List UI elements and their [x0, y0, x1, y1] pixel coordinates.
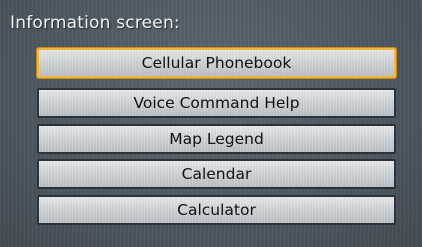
information-screen: Information screen: Cellular Phonebook V… — [0, 0, 422, 247]
menu-item-label: Cellular Phonebook — [141, 54, 292, 72]
menu-item-label: Map Legend — [169, 130, 264, 148]
screen-title: Information screen: — [10, 13, 180, 33]
menu-item-cellular-phonebook[interactable]: Cellular Phonebook — [37, 48, 396, 78]
menu-item-calculator[interactable]: Calculator — [37, 195, 396, 225]
menu-item-label: Voice Command Help — [133, 94, 300, 112]
menu-item-label: Calendar — [181, 165, 252, 183]
menu-item-calendar[interactable]: Calendar — [37, 159, 396, 189]
menu-item-voice-command-help[interactable]: Voice Command Help — [37, 88, 396, 118]
menu-item-label: Calculator — [177, 201, 256, 219]
menu-item-map-legend[interactable]: Map Legend — [37, 124, 396, 154]
